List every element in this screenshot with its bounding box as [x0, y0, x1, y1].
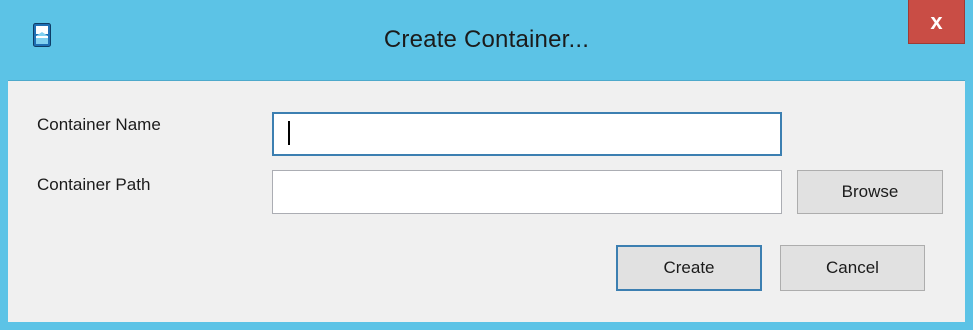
close-button[interactable]: x	[908, 0, 965, 44]
container-name-input[interactable]	[272, 112, 782, 156]
container-path-input[interactable]	[272, 170, 782, 214]
browse-button[interactable]: Browse	[797, 170, 943, 214]
container-name-label: Container Name	[37, 115, 161, 134]
window-title: Create Container...	[383, 26, 590, 53]
text-caret	[288, 121, 290, 145]
title-bar[interactable]: Create Container... x	[0, 0, 973, 80]
close-icon: x	[930, 8, 943, 34]
cancel-button[interactable]: Cancel	[780, 245, 925, 291]
create-button[interactable]: Create	[616, 245, 762, 291]
container-path-label: Container Path	[37, 175, 151, 194]
dialog-body: Container Name Container Path Browse Cre…	[8, 80, 965, 322]
create-container-dialog: Create Container... x Container Name Con…	[0, 0, 973, 330]
